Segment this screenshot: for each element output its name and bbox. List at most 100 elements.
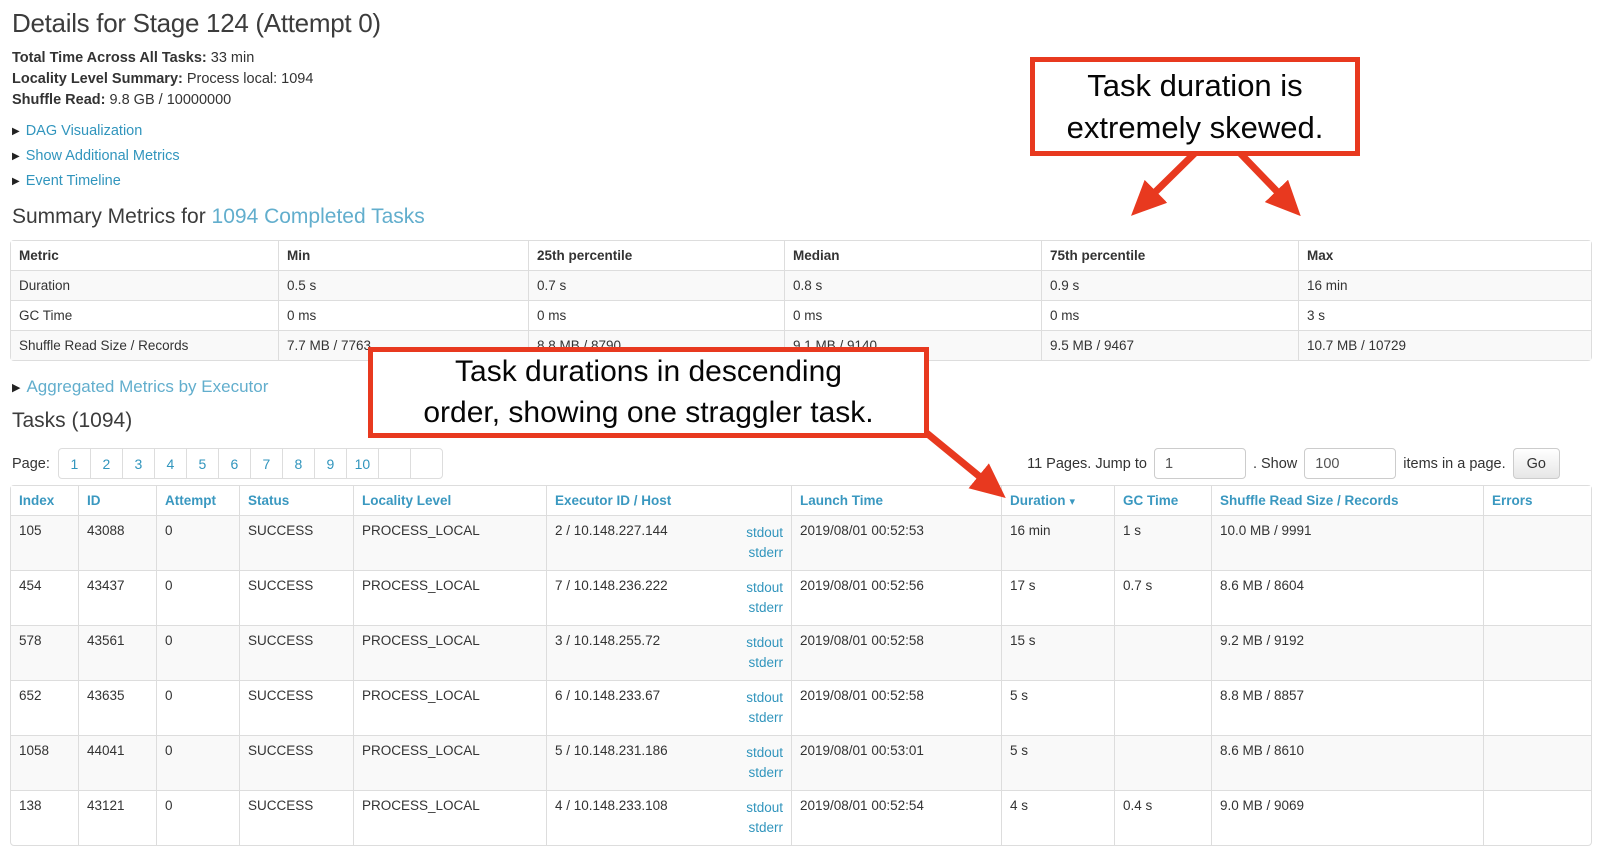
stdout-link[interactable]: stdout — [746, 633, 783, 653]
show-additional-metrics-link[interactable]: Show Additional Metrics — [26, 148, 180, 164]
page-button-5[interactable]: 5 — [186, 448, 219, 479]
dag-visualization-link[interactable]: DAG Visualization — [26, 123, 143, 139]
summary-metric-cell: 0 ms — [528, 300, 784, 330]
task-executor-host: 7 / 10.148.236.222stdoutstderr — [546, 570, 791, 625]
task-index: 578 — [11, 625, 78, 680]
page-button-3[interactable]: 3 — [122, 448, 155, 479]
jump-to-page-input[interactable] — [1154, 448, 1246, 479]
task-id: 43088 — [78, 515, 156, 570]
tasks-col-header-shuffle-read-size-records[interactable]: Shuffle Read Size / Records — [1211, 486, 1483, 515]
stderr-link[interactable]: stderr — [748, 653, 783, 673]
task-id: 43437 — [78, 570, 156, 625]
task-shuffle-read: 9.0 MB / 9069 — [1211, 790, 1483, 845]
annotation-text: Task duration is — [1087, 65, 1302, 107]
task-log-links: stdoutstderr — [746, 743, 783, 783]
summary-metric-cell: 16 min — [1298, 270, 1591, 300]
page-button-10[interactable]: 10 — [346, 448, 379, 479]
summary-metric-cell: 0.8 s — [784, 270, 1041, 300]
task-shuffle-read: 8.6 MB / 8604 — [1211, 570, 1483, 625]
summary-col-header: Metric — [11, 241, 278, 270]
task-launch-time: 2019/08/01 00:52:53 — [791, 515, 1001, 570]
stdout-link[interactable]: stdout — [746, 798, 783, 818]
page-button-7[interactable]: 7 — [250, 448, 283, 479]
stdout-link[interactable]: stdout — [746, 743, 783, 763]
tasks-col-header-gc-time[interactable]: GC Time — [1114, 486, 1211, 515]
task-attempt: 0 — [156, 570, 239, 625]
event-timeline-link[interactable]: Event Timeline — [26, 173, 121, 189]
task-locality: PROCESS_LOCAL — [353, 680, 546, 735]
tasks-col-header-attempt[interactable]: Attempt — [156, 486, 239, 515]
stderr-link[interactable]: stderr — [748, 818, 783, 838]
task-launch-time: 2019/08/01 00:52:58 — [791, 680, 1001, 735]
stderr-link[interactable]: stderr — [748, 598, 783, 618]
task-duration: 15 s — [1001, 625, 1114, 680]
executor-host-text: 4 / 10.148.233.108 — [555, 798, 668, 813]
stdout-link[interactable]: stdout — [746, 688, 783, 708]
stderr-link[interactable]: stderr — [748, 543, 783, 563]
task-row: 1058440410SUCCESSPROCESS_LOCAL5 / 10.148… — [11, 735, 1591, 790]
task-launch-time: 2019/08/01 00:52:56 — [791, 570, 1001, 625]
task-duration: 17 s — [1001, 570, 1114, 625]
summary-metric-cell: Shuffle Read Size / Records — [11, 330, 278, 360]
page-button-obscured[interactable] — [410, 448, 443, 479]
page-button-6[interactable]: 6 — [218, 448, 251, 479]
stdout-link[interactable]: stdout — [746, 523, 783, 543]
page-button-4[interactable]: 4 — [154, 448, 187, 479]
summary-metrics-heading-text: Summary Metrics for — [12, 205, 212, 228]
page-button-2[interactable]: 2 — [90, 448, 123, 479]
task-id: 43121 — [78, 790, 156, 845]
stderr-link[interactable]: stderr — [748, 708, 783, 728]
task-duration: 5 s — [1001, 735, 1114, 790]
stderr-link[interactable]: stderr — [748, 763, 783, 783]
tasks-col-header-locality-level[interactable]: Locality Level — [353, 486, 546, 515]
page-button-8[interactable]: 8 — [282, 448, 315, 479]
stdout-link[interactable]: stdout — [746, 578, 783, 598]
tasks-col-header-index[interactable]: Index — [11, 486, 78, 515]
task-log-links: stdoutstderr — [746, 578, 783, 618]
task-row: 454434370SUCCESSPROCESS_LOCAL7 / 10.148.… — [11, 570, 1591, 625]
task-errors — [1483, 680, 1591, 735]
completed-tasks-link[interactable]: 1094 Completed Tasks — [212, 205, 425, 228]
task-launch-time: 2019/08/01 00:53:01 — [791, 735, 1001, 790]
task-attempt: 0 — [156, 680, 239, 735]
tasks-col-header-id[interactable]: ID — [78, 486, 156, 515]
task-gc-time: 1 s — [1114, 515, 1211, 570]
expand-arrow-icon: ▶ — [12, 382, 20, 394]
page-label: Page: — [12, 456, 50, 472]
annotation-straggler-task: Task durations in descending order, show… — [368, 347, 929, 438]
page-button-9[interactable]: 9 — [314, 448, 347, 479]
task-status: SUCCESS — [239, 625, 353, 680]
task-launch-time: 2019/08/01 00:52:58 — [791, 625, 1001, 680]
expand-arrow-icon: ▶ — [12, 176, 20, 187]
task-shuffle-read: 10.0 MB / 9991 — [1211, 515, 1483, 570]
task-executor-host: 5 / 10.148.231.186stdoutstderr — [546, 735, 791, 790]
executor-host-text: 3 / 10.148.255.72 — [555, 633, 660, 648]
event-timeline-toggle[interactable]: ▶ Event Timeline — [12, 171, 1590, 192]
task-duration: 4 s — [1001, 790, 1114, 845]
task-shuffle-read: 9.2 MB / 9192 — [1211, 625, 1483, 680]
tasks-col-header-launch-time[interactable]: Launch Time — [791, 486, 1001, 515]
task-attempt: 0 — [156, 625, 239, 680]
show-label: . Show — [1253, 456, 1297, 472]
aggregated-metrics-link[interactable]: Aggregated Metrics by Executor — [26, 377, 268, 396]
page-button-1[interactable]: 1 — [58, 448, 91, 479]
items-per-page-input[interactable] — [1304, 448, 1396, 479]
task-executor-host: 6 / 10.148.233.67stdoutstderr — [546, 680, 791, 735]
task-locality: PROCESS_LOCAL — [353, 790, 546, 845]
task-locality: PROCESS_LOCAL — [353, 735, 546, 790]
tasks-col-header-status[interactable]: Status — [239, 486, 353, 515]
task-index: 105 — [11, 515, 78, 570]
task-duration: 5 s — [1001, 680, 1114, 735]
summary-metric-cell: 10.7 MB / 10729 — [1298, 330, 1591, 360]
page-button-obscured[interactable] — [378, 448, 411, 479]
go-button[interactable]: Go — [1513, 448, 1560, 479]
summary-metric-cell: 3 s — [1298, 300, 1591, 330]
tasks-col-header-executor-id-host[interactable]: Executor ID / Host — [546, 486, 791, 515]
tasks-col-header-errors[interactable]: Errors — [1483, 486, 1591, 515]
sort-desc-icon: ▾ — [1070, 496, 1076, 508]
task-status: SUCCESS — [239, 680, 353, 735]
executor-host-text: 2 / 10.148.227.144 — [555, 523, 668, 538]
task-shuffle-read: 8.6 MB / 8610 — [1211, 735, 1483, 790]
tasks-col-header-duration[interactable]: Duration▾ — [1001, 486, 1114, 515]
task-shuffle-read: 8.8 MB / 8857 — [1211, 680, 1483, 735]
